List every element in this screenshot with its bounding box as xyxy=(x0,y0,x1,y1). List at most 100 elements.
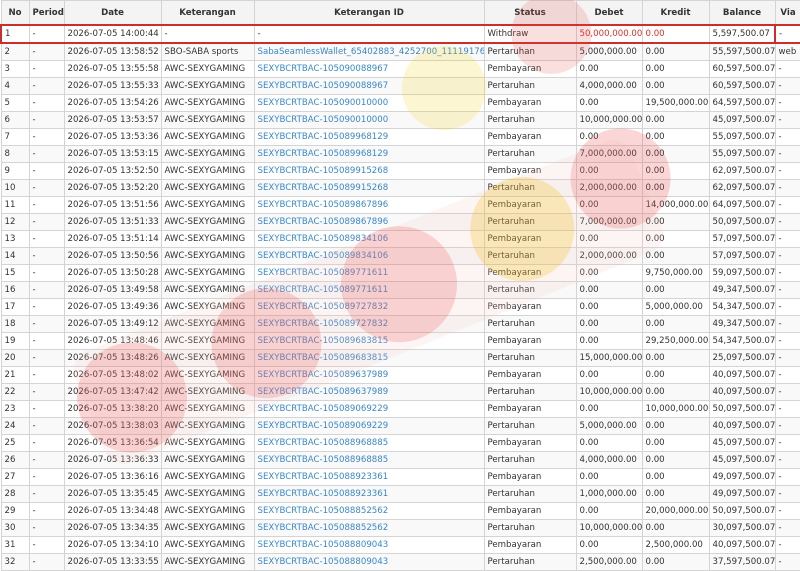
cell-periode: - xyxy=(28,264,65,282)
cell-no: 26 xyxy=(0,451,30,469)
cell-keterangan-id[interactable]: SabaSeamlessWallet_65402883_4252700_1111… xyxy=(253,42,485,61)
cell-keterangan-id[interactable]: SEXYBCRTBAC-105088923361 xyxy=(253,468,485,486)
cell-keterangan-id[interactable]: SEXYBCRTBAC-105089683815 xyxy=(253,332,485,350)
cell-keterangan-id[interactable]: SEXYBCRTBAC-105089834106 xyxy=(253,230,485,248)
cell-status: Pertaruhan xyxy=(483,383,577,401)
cell-debet: 0.00 xyxy=(575,94,643,112)
cell-balance: 55,597,500.07 xyxy=(708,42,776,61)
cell-keterangan: SBO-SABA sports xyxy=(160,42,255,61)
cell-keterangan-id[interactable]: SEXYBCRTBAC-105089968129 xyxy=(253,128,485,146)
cell-kredit: 0.00 xyxy=(641,145,710,163)
cell-keterangan-id[interactable]: SEXYBCRTBAC-105089727832 xyxy=(253,298,485,316)
cell-keterangan-id[interactable]: SEXYBCRTBAC-105088968885 xyxy=(253,434,485,452)
cell-periode: - xyxy=(28,42,65,61)
cell-balance: 59,097,500.07 xyxy=(708,264,776,282)
cell-via: - xyxy=(774,94,800,112)
col-header-no[interactable]: No xyxy=(0,0,30,26)
cell-status: Pembayaran xyxy=(483,366,577,384)
cell-no: 12 xyxy=(0,213,30,231)
col-header-via[interactable]: Via xyxy=(774,0,800,26)
cell-date: 2026-07-05 13:35:45 xyxy=(63,485,162,503)
cell-debet: 15,000,000.00 xyxy=(575,349,643,367)
cell-kredit: 0.00 xyxy=(641,434,710,452)
cell-keterangan-id[interactable]: SEXYBCRTBAC-105089867896 xyxy=(253,213,485,231)
cell-date: 2026-07-05 13:49:12 xyxy=(63,315,162,333)
cell-kredit: 5,000,000.00 xyxy=(641,298,710,316)
cell-date: 2026-07-05 13:58:52 xyxy=(63,42,162,61)
cell-status: Pertaruhan xyxy=(483,179,577,197)
cell-date: 2026-07-05 13:36:54 xyxy=(63,434,162,452)
cell-keterangan-id[interactable]: SEXYBCRTBAC-105089834106 xyxy=(253,247,485,265)
cell-keterangan-id[interactable]: SEXYBCRTBAC-105090010000 xyxy=(253,111,485,129)
cell-keterangan-id[interactable]: SEXYBCRTBAC-105089683815 xyxy=(253,349,485,367)
cell-kredit: 2,500,000.00 xyxy=(641,536,710,554)
cell-kredit: 0.00 xyxy=(641,42,710,61)
cell-keterangan-id[interactable]: SEXYBCRTBAC-105089727832 xyxy=(253,315,485,333)
cell-balance: 45,097,500.07 xyxy=(708,451,776,469)
table-row: 11-2026-07-05 13:51:56 AWC-SEXYGAMING SEXY… xyxy=(0,196,800,214)
cell-date: 2026-07-05 13:55:58 xyxy=(63,60,162,78)
cell-balance: 54,347,500.07 xyxy=(708,332,776,350)
cell-keterangan-id[interactable]: SEXYBCRTBAC-105088809043 xyxy=(253,536,485,554)
cell-via: - xyxy=(774,162,800,180)
cell-keterangan-id[interactable]: SEXYBCRTBAC-105088809043 xyxy=(253,553,485,571)
cell-keterangan-id[interactable]: SEXYBCRTBAC-105089915268 xyxy=(253,179,485,197)
cell-keterangan-id[interactable]: SEXYBCRTBAC-105089968129 xyxy=(253,145,485,163)
cell-debet: 0.00 xyxy=(575,281,643,299)
cell-keterangan: AWC-SEXYGAMING xyxy=(160,281,255,299)
table-row: 26-2026-07-05 13:36:33 AWC-SEXYGAMING SEXY… xyxy=(0,451,800,469)
cell-kredit: 9,750,000.00 xyxy=(641,264,710,282)
cell-via: - xyxy=(774,400,800,418)
cell-keterangan-id[interactable]: SEXYBCRTBAC-105089915268 xyxy=(253,162,485,180)
cell-debet: 5,000,000.00 xyxy=(575,42,643,61)
cell-balance: 50,097,500.07 xyxy=(708,213,776,231)
cell-keterangan-id[interactable]: SEXYBCRTBAC-105089771611 xyxy=(253,264,485,282)
col-header-date[interactable]: Date xyxy=(63,0,162,26)
table-row: 23-2026-07-05 13:38:20 AWC-SEXYGAMING SEXY… xyxy=(0,400,800,418)
col-header-keterangan-id[interactable]: Keterangan ID xyxy=(253,0,485,26)
cell-keterangan-id[interactable]: SEXYBCRTBAC-105089771611 xyxy=(253,281,485,299)
cell-periode: - xyxy=(28,383,65,401)
cell-periode: - xyxy=(28,24,65,44)
cell-debet: 10,000,000.00 xyxy=(575,383,643,401)
cell-via: - xyxy=(774,230,800,248)
cell-keterangan: AWC-SEXYGAMING xyxy=(160,332,255,350)
cell-keterangan-id[interactable]: SEXYBCRTBAC-105090088967 xyxy=(253,77,485,95)
cell-keterangan-id[interactable]: SEXYBCRTBAC-105089867896 xyxy=(253,196,485,214)
cell-kredit: 0.00 xyxy=(641,111,710,129)
cell-no: 1 xyxy=(0,24,30,44)
cell-date: 2026-07-05 13:47:42 xyxy=(63,383,162,401)
cell-status: Pertaruhan xyxy=(483,315,577,333)
cell-no: 17 xyxy=(0,298,30,316)
cell-via: - xyxy=(774,332,800,350)
cell-keterangan-id[interactable]: SEXYBCRTBAC-105088923361 xyxy=(253,485,485,503)
cell-keterangan-id[interactable]: SEXYBCRTBAC-105089637989 xyxy=(253,383,485,401)
cell-periode: - xyxy=(28,128,65,146)
cell-keterangan: AWC-SEXYGAMING xyxy=(160,230,255,248)
col-header-debet[interactable]: Debet xyxy=(575,0,643,26)
cell-keterangan-id[interactable]: SEXYBCRTBAC-105088852562 xyxy=(253,502,485,520)
cell-periode: - xyxy=(28,247,65,265)
cell-keterangan-id[interactable]: SEXYBCRTBAC-105088852562 xyxy=(253,519,485,537)
cell-debet: 7,000,000.00 xyxy=(575,213,643,231)
cell-keterangan-id[interactable]: SEXYBCRTBAC-105089069229 xyxy=(253,400,485,418)
col-header-periode[interactable]: Periode xyxy=(28,0,65,26)
cell-keterangan-id[interactable]: SEXYBCRTBAC-105089069229 xyxy=(253,417,485,435)
cell-keterangan-id[interactable]: SEXYBCRTBAC-105088968885 xyxy=(253,451,485,469)
cell-no: 18 xyxy=(0,315,30,333)
cell-kredit: 0.00 xyxy=(641,77,710,95)
cell-keterangan-id[interactable]: SEXYBCRTBAC-105089637989 xyxy=(253,366,485,384)
col-header-balance[interactable]: Balance xyxy=(708,0,776,26)
col-header-kredit[interactable]: Kredit xyxy=(641,0,710,26)
cell-status: Pembayaran xyxy=(483,536,577,554)
col-header-keterangan[interactable]: Keterangan xyxy=(160,0,255,26)
cell-periode: - xyxy=(28,179,65,197)
table-row: 21-2026-07-05 13:48:02 AWC-SEXYGAMING SEXY… xyxy=(0,366,800,384)
cell-keterangan-id[interactable]: SEXYBCRTBAC-105090010000 xyxy=(253,94,485,112)
cell-no: 16 xyxy=(0,281,30,299)
cell-balance: 49,097,500.07 xyxy=(708,485,776,503)
cell-keterangan-id[interactable]: SEXYBCRTBAC-105090088967 xyxy=(253,60,485,78)
col-header-status[interactable]: Status xyxy=(483,0,577,26)
cell-periode: - xyxy=(28,60,65,78)
cell-balance: 60,597,500.07 xyxy=(708,77,776,95)
